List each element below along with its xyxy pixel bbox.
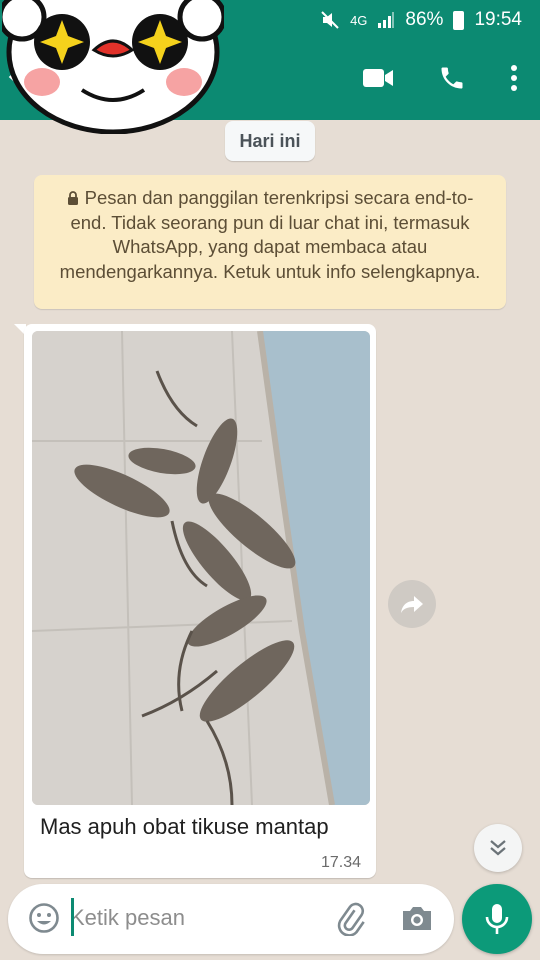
signal-icon bbox=[378, 12, 395, 28]
emoji-icon[interactable] bbox=[28, 902, 60, 934]
camera-icon[interactable] bbox=[400, 902, 434, 934]
mic-button[interactable] bbox=[462, 884, 532, 954]
battery-percent: 86% bbox=[405, 9, 444, 30]
more-options-icon[interactable] bbox=[510, 65, 518, 91]
forward-icon bbox=[401, 596, 423, 613]
date-chip: Hari ini bbox=[225, 121, 315, 161]
message-time: 17.34 bbox=[320, 854, 361, 871]
double-chevron-down-icon bbox=[490, 840, 506, 856]
scroll-to-bottom-button[interactable] bbox=[474, 824, 522, 872]
network-indicator: 4G bbox=[350, 12, 368, 28]
message-input[interactable] bbox=[70, 898, 320, 938]
lock-icon bbox=[67, 191, 78, 205]
battery-icon bbox=[453, 10, 465, 30]
forward-button[interactable] bbox=[388, 580, 436, 628]
voice-call-icon[interactable] bbox=[438, 64, 466, 92]
message-composer bbox=[8, 884, 454, 954]
avatar-sticker bbox=[2, 0, 224, 134]
mute-icon bbox=[321, 11, 339, 29]
message-caption: Mas apuh obat tikuse mantap bbox=[40, 814, 329, 839]
clock: 19:54 bbox=[474, 9, 522, 30]
encryption-notice-text: Pesan dan panggilan terenkripsi secara e… bbox=[59, 187, 481, 282]
status-bar: 4G 86% 19:54 bbox=[320, 6, 522, 34]
text-cursor bbox=[71, 898, 74, 936]
attach-icon[interactable] bbox=[334, 902, 368, 936]
mic-icon bbox=[485, 904, 509, 934]
video-call-icon[interactable] bbox=[362, 67, 394, 89]
message-photo[interactable] bbox=[32, 331, 370, 805]
encryption-notice[interactable]: Pesan dan panggilan terenkripsi secara e… bbox=[34, 175, 506, 309]
message-bubble[interactable]: Mas apuh obat tikuse mantap 17.34 bbox=[24, 324, 376, 878]
